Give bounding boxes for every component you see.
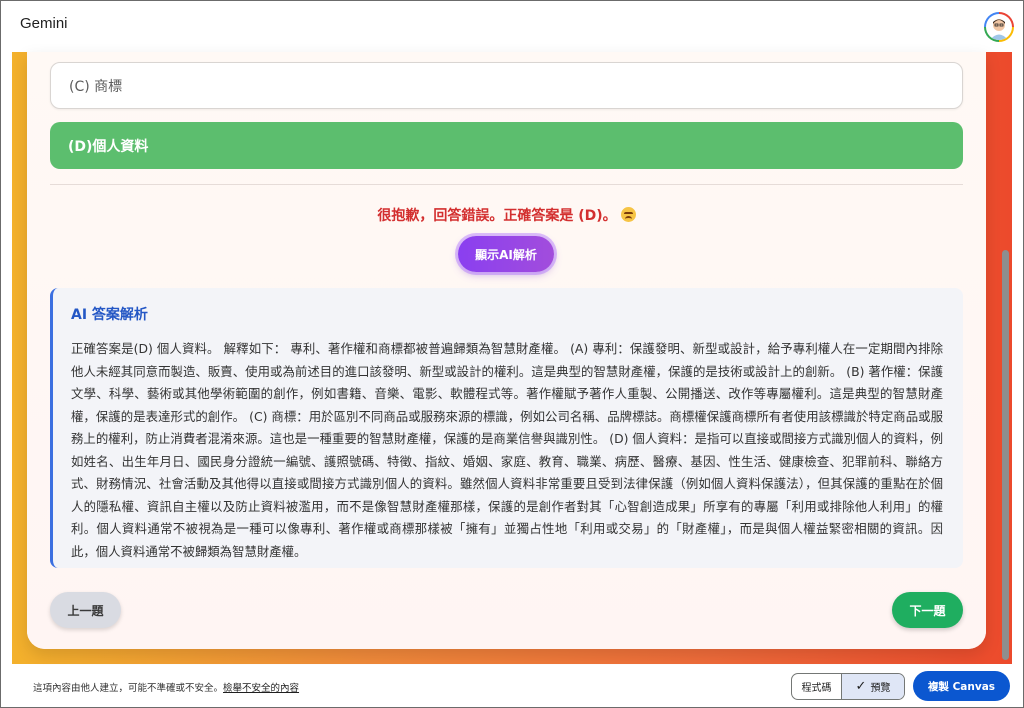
report-unsafe-link[interactable]: 檢舉不安全的內容 [223, 683, 299, 694]
analysis-title: AI 答案解析 [71, 307, 148, 323]
divider [50, 184, 963, 185]
feedback-text: 很抱歉，回答錯誤。正確答案是 (D)。 [377, 208, 617, 224]
code-toggle-label: 程式碼 [801, 683, 832, 694]
sad-face-icon [620, 207, 636, 222]
option-c-label: (C) 商標 [69, 78, 123, 95]
code-toggle-button[interactable]: 程式碼 [792, 674, 842, 699]
avatar-icon [986, 14, 1012, 40]
analysis-body: 正確答案是(D) 個人資料。 解釋如下： 專利、著作權和商標都被普遍歸類為智慧財… [71, 341, 943, 559]
next-question-button[interactable]: 下一題 [892, 592, 963, 628]
copy-canvas-label: 複製 Canvas [927, 680, 996, 693]
ai-analysis-panel: AI 答案解析 正確答案是(D) 個人資料。 解釋如下： 專利、著作權和商標都被… [50, 288, 963, 568]
option-c[interactable]: (C) 商標 [50, 62, 963, 109]
answer-feedback: 很抱歉，回答錯誤。正確答案是 (D)。 [50, 205, 963, 225]
ai-button-label: 顯示AI解析 [475, 247, 537, 262]
previous-question-button[interactable]: 上一題 [50, 592, 121, 628]
option-d-correct[interactable]: (D)個人資料 [50, 122, 963, 169]
next-button-label: 下一題 [909, 603, 946, 618]
quiz-card: (C) 商標 (D)個人資料 很抱歉，回答錯誤。正確答案是 (D)。 顯示AI解… [27, 52, 986, 649]
account-avatar-button[interactable] [984, 12, 1014, 42]
scrollbar[interactable] [1000, 52, 1012, 664]
preview-toggle-button[interactable]: ✓ 預覽 [842, 674, 904, 699]
top-app-bar: Gemini [1, 1, 1023, 52]
check-icon: ✓ [855, 679, 867, 694]
disclaimer-text: 這項內容由他人建立，可能不準確或不安全。 [33, 683, 224, 694]
show-ai-analysis-button[interactable]: 顯示AI解析 [458, 236, 554, 272]
disclaimer: 這項內容由他人建立，可能不準確或不安全。檢舉不安全的內容 [33, 680, 299, 694]
view-toggle: 程式碼 ✓ 預覽 [791, 673, 905, 700]
option-d-label: (D)個人資料 [68, 138, 149, 155]
prev-button-label: 上一題 [67, 603, 104, 618]
footer-bar: 這項內容由他人建立，可能不準確或不安全。檢舉不安全的內容 程式碼 ✓ 預覽 複製… [1, 665, 1023, 707]
app-title: Gemini [20, 15, 68, 32]
scrollbar-thumb[interactable] [1002, 250, 1009, 660]
copy-canvas-button[interactable]: 複製 Canvas [913, 671, 1010, 701]
preview-toggle-label: 預覽 [870, 683, 891, 694]
